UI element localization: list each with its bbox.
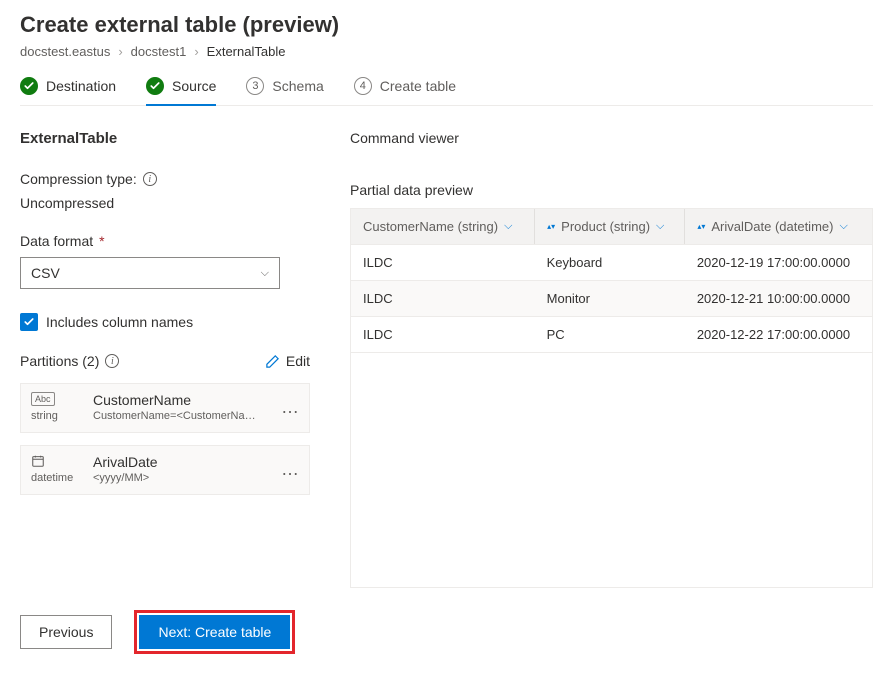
- chevron-right-icon: ›: [194, 44, 198, 59]
- command-viewer-link[interactable]: Command viewer: [350, 130, 873, 146]
- breadcrumbs: docstest.eastus › docstest1 › ExternalTa…: [20, 44, 873, 59]
- step-label: Destination: [46, 78, 116, 94]
- step-label: Source: [172, 78, 216, 94]
- more-icon[interactable]: …: [281, 398, 299, 416]
- includes-column-names-checkbox[interactable]: Includes column names: [20, 313, 310, 331]
- sort-icon: ▴▾: [547, 225, 555, 229]
- pencil-icon: [265, 354, 280, 369]
- partition-type-label: datetime: [31, 472, 73, 484]
- step-schema[interactable]: 3 Schema: [246, 77, 323, 105]
- cell: 2020-12-19 17:00:00.0000: [685, 245, 872, 281]
- wizard-steps: Destination Source 3 Schema 4 Create tab…: [20, 77, 873, 106]
- left-pane: ExternalTable Compression type: i Uncomp…: [20, 130, 310, 588]
- string-type-icon: Abc: [31, 392, 55, 406]
- label-text: Data format: [20, 233, 93, 249]
- right-pane: Command viewer Partial data preview Cust…: [350, 130, 873, 588]
- partition-name: ArivalDate: [93, 454, 267, 470]
- step-label: Create table: [380, 78, 456, 94]
- partition-card: Abc string CustomerName CustomerName=<Cu…: [20, 383, 310, 433]
- step-destination[interactable]: Destination: [20, 77, 116, 105]
- table-row[interactable]: ILDC PC 2020-12-22 17:00:00.0000: [351, 317, 872, 353]
- next-create-table-button[interactable]: Next: Create table: [139, 615, 290, 649]
- data-format-label: Data format *: [20, 233, 310, 249]
- breadcrumb-item[interactable]: docstest.eastus: [20, 44, 110, 59]
- required-icon: *: [99, 233, 104, 249]
- info-icon[interactable]: i: [143, 172, 157, 186]
- edit-partitions-button[interactable]: Edit: [265, 353, 310, 369]
- cell: ILDC: [351, 317, 535, 353]
- step-number-icon: 3: [246, 77, 264, 95]
- partition-card: datetime ArivalDate <yyyy/MM> …: [20, 445, 310, 495]
- info-icon[interactable]: i: [105, 354, 119, 368]
- partitions-label: Partitions (2): [20, 353, 99, 369]
- compression-type-label: Compression type: i: [20, 171, 310, 187]
- chevron-down-icon: ⌵: [261, 267, 269, 280]
- checkbox-label: Includes column names: [46, 314, 193, 330]
- partition-pattern: CustomerName=<CustomerName>: [93, 410, 263, 422]
- breadcrumb-item: ExternalTable: [207, 44, 286, 59]
- chevron-down-icon: ⌵: [839, 220, 847, 233]
- data-format-select[interactable]: CSV ⌵: [20, 257, 280, 289]
- page-title: Create external table (preview): [20, 12, 873, 38]
- sort-icon: ▴▾: [697, 225, 705, 229]
- step-source[interactable]: Source: [146, 77, 216, 105]
- step-number-icon: 4: [354, 77, 372, 95]
- column-header-customername[interactable]: CustomerName (string) ⌵: [351, 209, 535, 245]
- cell: 2020-12-22 17:00:00.0000: [685, 317, 872, 353]
- partition-name: CustomerName: [93, 392, 267, 408]
- column-header-arivaldate[interactable]: ▴▾ ArivalDate (datetime) ⌵: [685, 209, 872, 245]
- column-label: ArivalDate (datetime): [711, 219, 833, 234]
- table-row[interactable]: ILDC Keyboard 2020-12-19 17:00:00.0000: [351, 245, 872, 281]
- table-name: ExternalTable: [20, 130, 310, 147]
- cell: ILDC: [351, 245, 535, 281]
- cell: ILDC: [351, 281, 535, 317]
- highlight-box: Next: Create table: [134, 610, 295, 654]
- check-icon: [20, 77, 38, 95]
- chevron-down-icon: ⌵: [656, 220, 664, 233]
- column-label: Product (string): [561, 219, 650, 234]
- chevron-right-icon: ›: [118, 44, 122, 59]
- footer: Previous Next: Create table: [20, 610, 873, 654]
- preview-title: Partial data preview: [350, 182, 873, 198]
- column-label: CustomerName (string): [363, 219, 498, 234]
- select-value: CSV: [31, 265, 60, 281]
- step-create-table[interactable]: 4 Create table: [354, 77, 456, 105]
- partition-pattern: <yyyy/MM>: [93, 472, 263, 484]
- chevron-down-icon: ⌵: [504, 220, 512, 233]
- calendar-icon: [31, 454, 45, 468]
- label-text: Compression type:: [20, 171, 137, 187]
- checkbox-checked-icon: [20, 313, 38, 331]
- partition-type-label: string: [31, 410, 58, 422]
- compression-type-value: Uncompressed: [20, 195, 310, 211]
- table-row[interactable]: ILDC Monitor 2020-12-21 10:00:00.0000: [351, 281, 872, 317]
- breadcrumb-item[interactable]: docstest1: [131, 44, 187, 59]
- cell: Monitor: [535, 281, 685, 317]
- cell: 2020-12-21 10:00:00.0000: [685, 281, 872, 317]
- column-header-product[interactable]: ▴▾ Product (string) ⌵: [535, 209, 685, 245]
- data-preview-table: CustomerName (string) ⌵ ▴▾ Product (stri…: [350, 208, 873, 588]
- cell: Keyboard: [535, 245, 685, 281]
- check-icon: [146, 77, 164, 95]
- step-label: Schema: [272, 78, 323, 94]
- edit-label: Edit: [286, 353, 310, 369]
- cell: PC: [535, 317, 685, 353]
- more-icon[interactable]: …: [281, 460, 299, 478]
- previous-button[interactable]: Previous: [20, 615, 112, 649]
